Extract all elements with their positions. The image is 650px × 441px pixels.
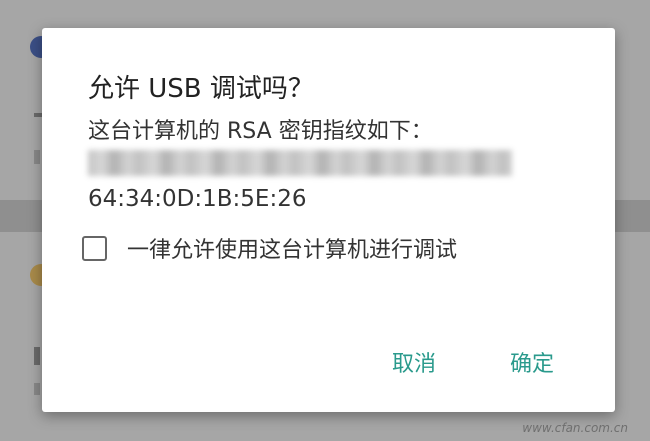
- rsa-fingerprint-redacted: [88, 150, 512, 176]
- site-watermark: www.cfan.com.cn: [522, 421, 628, 435]
- ok-button[interactable]: 确定: [502, 340, 562, 384]
- dialog-message: 这台计算机的 RSA 密钥指纹如下：: [88, 119, 433, 144]
- always-allow-row[interactable]: 一律允许使用这台计算机进行调试: [82, 232, 457, 264]
- background-text-fragment: [34, 383, 40, 395]
- background-text-fragment: [34, 347, 40, 365]
- always-allow-label[interactable]: 一律允许使用这台计算机进行调试: [127, 232, 457, 264]
- dialog-title: 允许 USB 调试吗？: [88, 74, 314, 104]
- usb-debugging-dialog: 允许 USB 调试吗？ 这台计算机的 RSA 密钥指纹如下： 64:34:0D:…: [42, 28, 615, 412]
- cancel-button[interactable]: 取消: [384, 340, 444, 384]
- background-text-fragment: [34, 150, 40, 164]
- always-allow-checkbox[interactable]: [82, 235, 107, 261]
- rsa-fingerprint-tail: 64:34:0D:1B:5E:26: [88, 186, 307, 212]
